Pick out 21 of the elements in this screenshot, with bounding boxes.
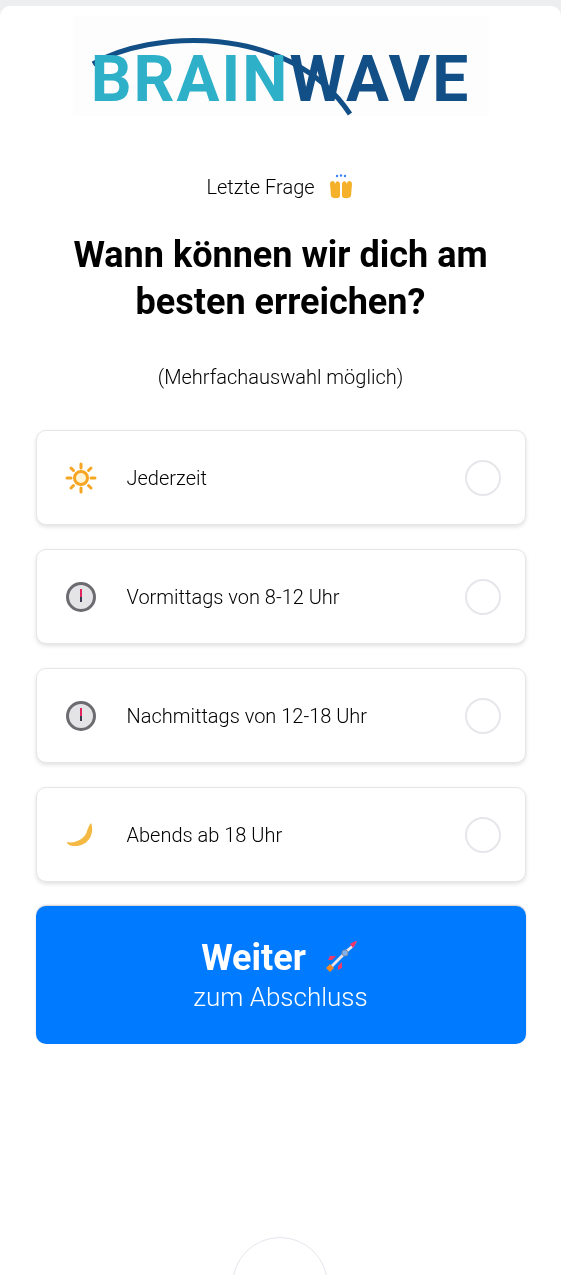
option-card[interactable]: Nachmittags von 12-18 Uhr bbox=[35, 668, 526, 763]
clock-icon bbox=[64, 580, 97, 613]
button-title: Weiter bbox=[201, 936, 306, 980]
option-checkbox[interactable] bbox=[464, 459, 501, 496]
next-button[interactable]: Weiter zum Abschluss bbox=[35, 906, 526, 1044]
clock-icon bbox=[64, 699, 97, 732]
sun-icon bbox=[64, 461, 97, 494]
step-label: Letzte Frage bbox=[206, 174, 315, 201]
option-label: Vormittags von 8-12 Uhr bbox=[126, 583, 341, 611]
option-label: Nachmittags von 12-18 Uhr bbox=[126, 702, 369, 730]
option-checkbox[interactable] bbox=[464, 697, 501, 734]
option-label: Jederzeit bbox=[126, 464, 208, 492]
option-label: Abends ab 18 Uhr bbox=[126, 821, 284, 849]
selection-hint: (Mehrfachauswahl möglich) bbox=[157, 364, 404, 391]
question-heading: Wann können wir dich am besten erreichen? bbox=[72, 233, 489, 325]
option-card[interactable]: Jederzeit bbox=[35, 430, 526, 525]
option-card[interactable]: Abends ab 18 Uhr bbox=[35, 787, 526, 882]
option-card[interactable]: Vormittags von 8-12 Uhr bbox=[35, 549, 526, 644]
option-checkbox[interactable] bbox=[464, 816, 501, 853]
option-checkbox[interactable] bbox=[464, 578, 501, 615]
button-subtitle: zum Abschluss bbox=[193, 981, 368, 1014]
